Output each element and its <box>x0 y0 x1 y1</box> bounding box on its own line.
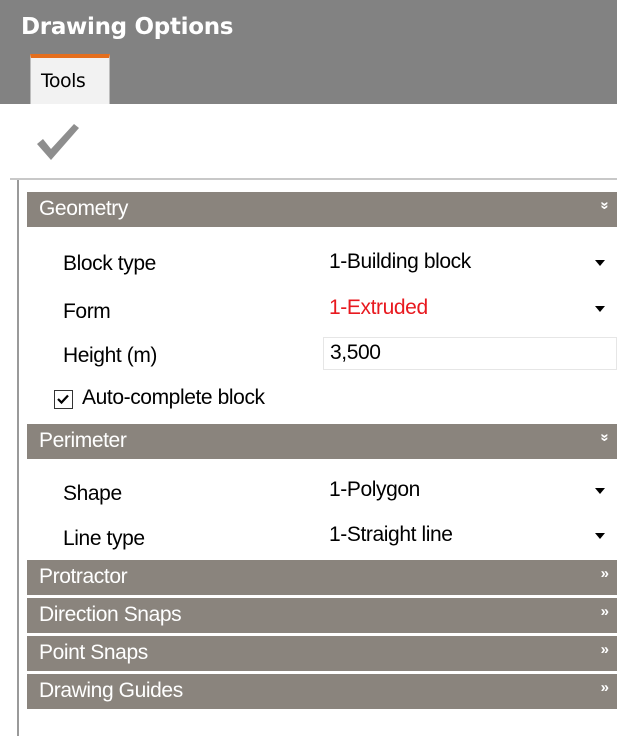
section-label-drawing-guides: Drawing Guides <box>39 679 183 702</box>
checkbox-check-icon <box>57 394 69 405</box>
toolbar <box>10 104 617 176</box>
line-type-value: 1-Straight line <box>329 523 453 546</box>
auto-complete-label: Auto-complete block <box>82 386 265 409</box>
section-label-protractor: Protractor <box>39 565 128 588</box>
dropdown-arrow-icon <box>595 533 605 539</box>
form-select[interactable]: 1-Extruded <box>323 293 617 326</box>
section-label-point-snaps: Point Snaps <box>39 641 148 664</box>
apply-button[interactable] <box>34 120 82 164</box>
chevron-expand-icon: » <box>600 603 609 620</box>
dropdown-arrow-icon <box>595 260 605 266</box>
chevron-expand-icon: » <box>600 565 609 582</box>
checkbox-box <box>54 390 73 409</box>
dropdown-arrow-icon <box>595 306 605 312</box>
checkmark-icon <box>37 124 79 160</box>
panel-left-border <box>17 180 19 736</box>
section-header-protractor[interactable]: Protractor » <box>27 560 617 595</box>
section-label-direction-snaps: Direction Snaps <box>39 603 182 626</box>
height-value: 3,500 <box>330 341 381 364</box>
toolbar-divider <box>10 178 617 180</box>
block-type-value: 1-Building block <box>329 250 471 273</box>
tab-tools[interactable]: Tools <box>30 54 110 104</box>
chevron-expand-icon: » <box>600 679 609 696</box>
form-value: 1-Extruded <box>329 296 428 319</box>
line-type-select[interactable]: 1-Straight line <box>323 520 617 553</box>
tab-tools-label: Tools <box>41 70 86 92</box>
section-header-drawing-guides[interactable]: Drawing Guides » <box>27 674 617 709</box>
form-label: Form <box>63 300 111 323</box>
line-type-label: Line type <box>63 527 145 550</box>
dropdown-arrow-icon <box>595 488 605 494</box>
shape-value: 1-Polygon <box>329 478 420 501</box>
shape-select[interactable]: 1-Polygon <box>323 475 617 508</box>
height-input[interactable]: 3,500 <box>323 337 617 370</box>
chevron-collapse-icon: » <box>596 201 614 210</box>
window-title: Drawing Options <box>21 14 234 40</box>
section-header-direction-snaps[interactable]: Direction Snaps » <box>27 598 617 633</box>
section-header-geometry[interactable]: Geometry » <box>27 192 617 227</box>
block-type-label: Block type <box>63 252 156 275</box>
chevron-expand-icon: » <box>600 641 609 658</box>
shape-label: Shape <box>63 482 122 505</box>
height-label: Height (m) <box>63 344 158 367</box>
section-header-perimeter[interactable]: Perimeter » <box>27 424 617 459</box>
section-label-geometry: Geometry <box>39 197 128 220</box>
block-type-select[interactable]: 1-Building block <box>323 247 617 280</box>
options-panel: Geometry » Block type 1-Building block F… <box>27 192 617 736</box>
title-bar: Drawing Options Tools <box>0 0 617 104</box>
section-header-point-snaps[interactable]: Point Snaps » <box>27 636 617 671</box>
chevron-collapse-icon: » <box>596 433 614 442</box>
section-label-perimeter: Perimeter <box>39 429 127 452</box>
